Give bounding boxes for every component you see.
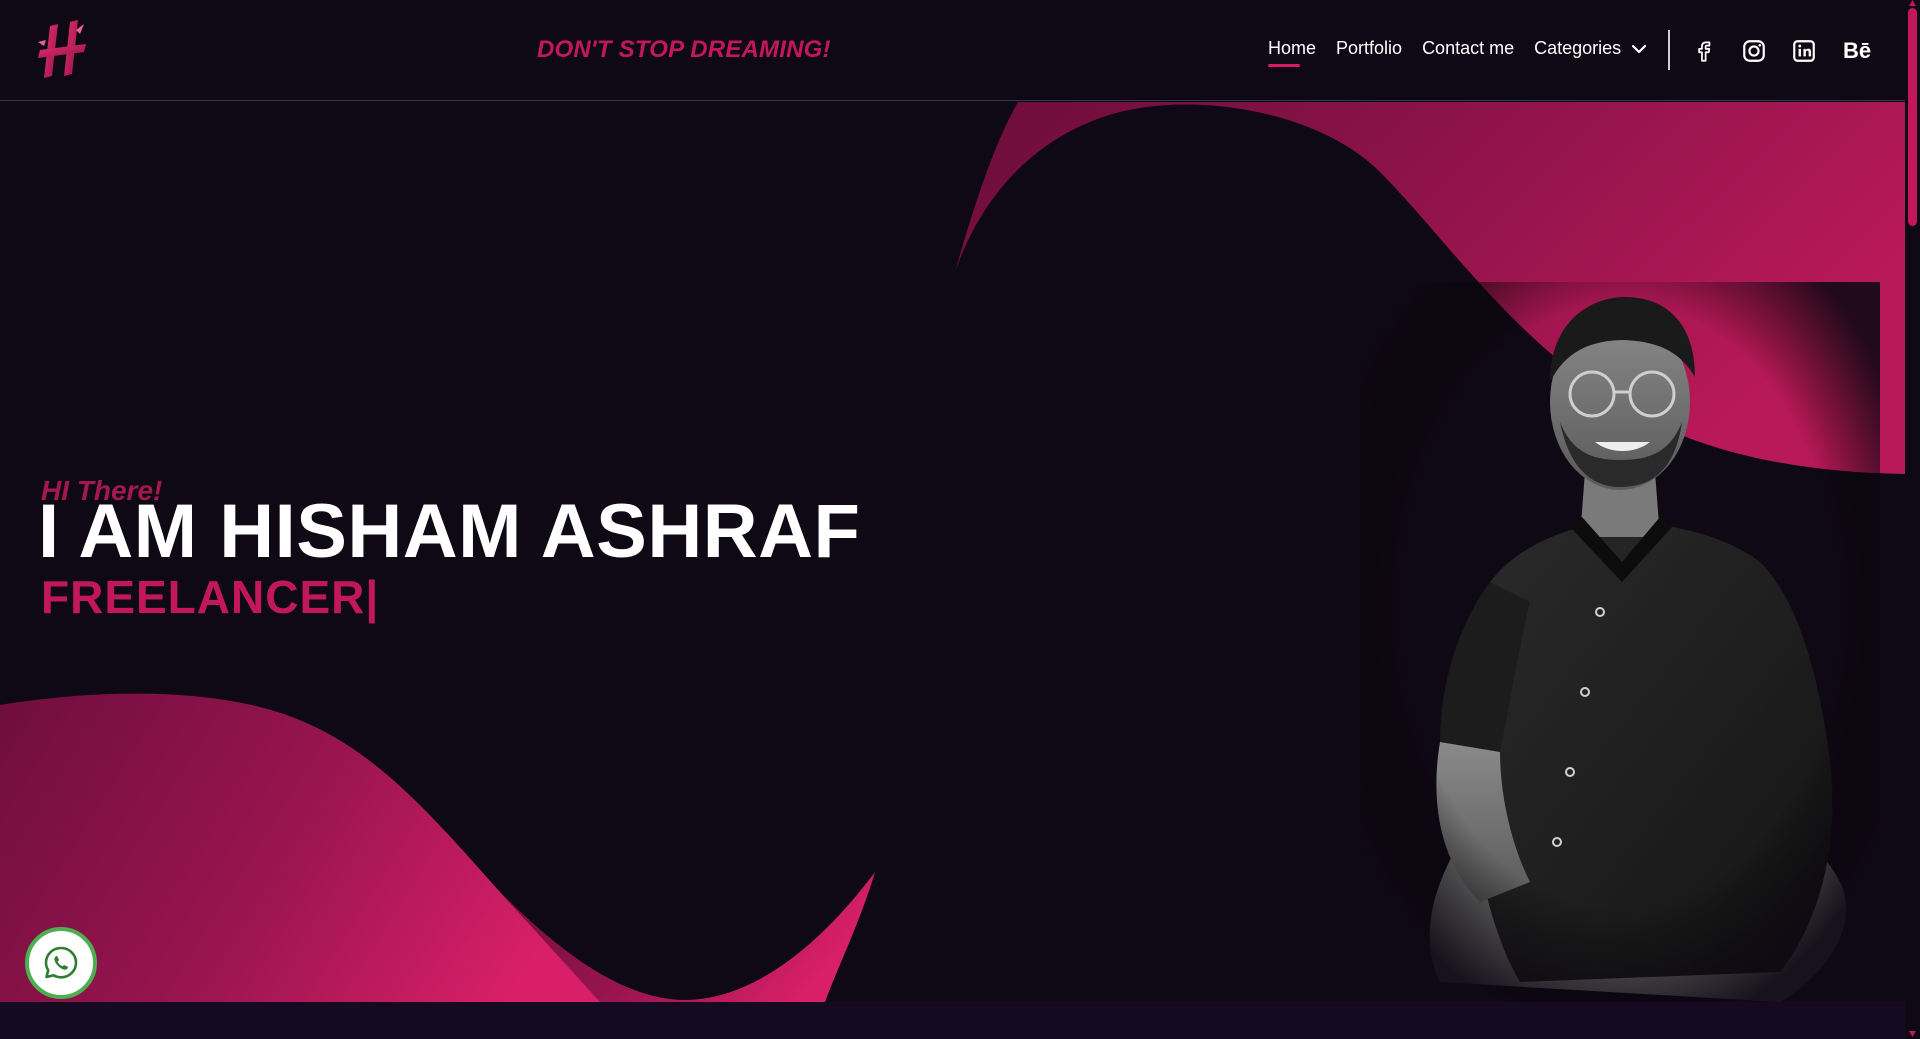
portrait-photo [1360,282,1880,1002]
nav-categories[interactable]: Categories [1534,38,1647,59]
main-nav: Home Portfolio Contact me Categories [1268,38,1667,67]
behance-link[interactable]: Bē [1840,37,1874,65]
instagram-link[interactable] [1740,37,1768,65]
site-header: DON'T STOP DREAMING! Home Portfolio Cont… [0,0,1905,101]
facebook-icon [1698,41,1711,62]
logo[interactable] [36,20,90,82]
page-scrollbar[interactable] [1905,0,1920,1039]
nav-contact[interactable]: Contact me [1422,38,1514,59]
whatsapp-icon [44,946,78,979]
scroll-thumb[interactable] [1908,8,1917,226]
nav-portfolio[interactable]: Portfolio [1336,38,1402,59]
scroll-up-arrow-icon[interactable] [1909,0,1916,6]
linkedin-link[interactable] [1790,37,1818,65]
nav-divider [1668,30,1670,70]
hero-name: I AM HISHAM ASHRAF [38,489,861,574]
whatsapp-button[interactable] [25,927,97,999]
nav-categories-label: Categories [1534,38,1622,58]
nav-home[interactable]: Home [1268,38,1316,67]
behance-icon: Bē [1842,38,1872,63]
linkedin-icon [1793,40,1815,62]
bottom-strip [0,1002,1905,1039]
chevron-down-icon [1632,44,1647,53]
scroll-down-arrow-icon[interactable] [1909,1031,1916,1037]
instagram-icon [1743,40,1765,62]
facebook-link[interactable] [1690,37,1718,65]
hero-section: HI There! I AM HISHAM ASHRAF FREELANCER| [0,102,1905,1002]
hero-role: FREELANCER| [41,571,380,623]
tagline: DON'T STOP DREAMING! [537,36,831,63]
